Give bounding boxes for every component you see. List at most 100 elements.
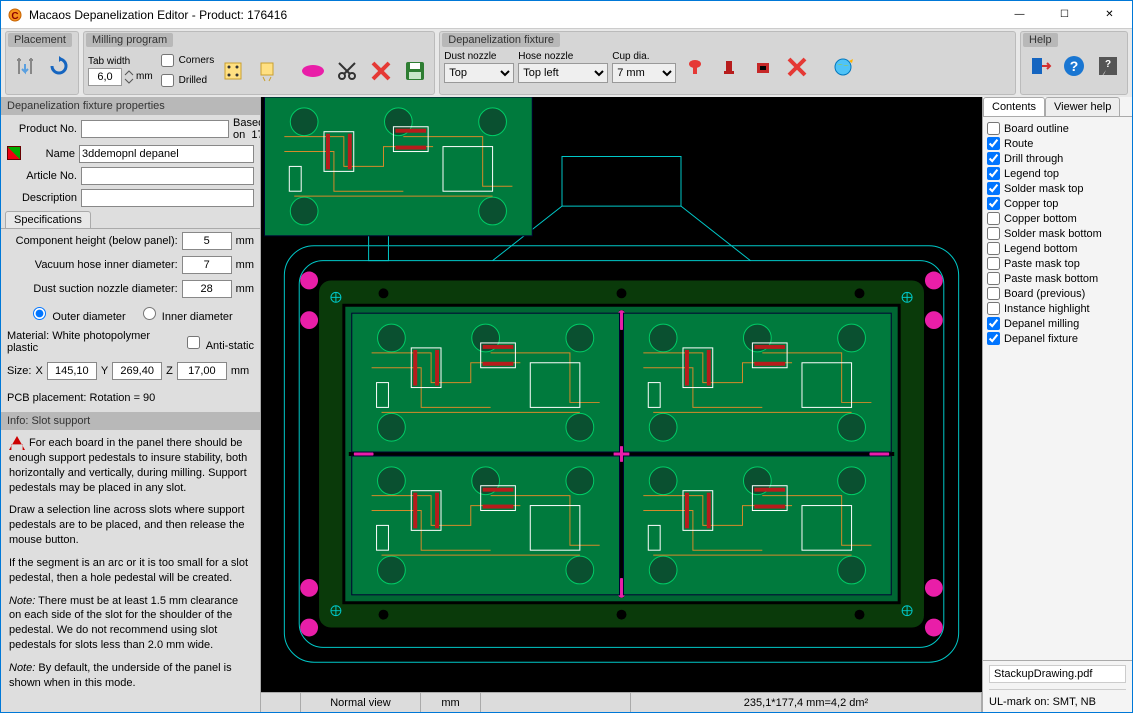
save-milling-button[interactable] [400,56,430,86]
layer-label: Solder mask top [1004,183,1083,195]
layer-checkbox[interactable] [987,242,1000,255]
exit-button[interactable] [1025,51,1055,81]
tabwidth-input[interactable] [88,68,122,86]
status-mode: Normal view [301,693,421,712]
context-help-button[interactable]: ? [1093,51,1123,81]
layer-label: Depanel fixture [1004,333,1078,345]
layer-label: Solder mask bottom [1004,228,1102,240]
layer-label: Legend top [1004,168,1059,180]
milling-tool-2-button[interactable] [252,56,282,86]
layer-checkbox[interactable] [987,317,1000,330]
dustnozzle-select[interactable]: Top [444,63,514,83]
outer-diameter-radio[interactable]: Outer diameter [28,304,125,323]
layer-checkbox[interactable] [987,212,1000,225]
layer-row[interactable]: Copper bottom [987,211,1128,226]
toolbar-group-title: Depanelization fixture [442,33,560,47]
layer-checkbox[interactable] [987,167,1000,180]
cup-red-button[interactable] [680,52,710,82]
toolbar-group-help: Help ? ? [1020,31,1128,95]
pcb-canvas[interactable] [261,97,982,692]
layer-row[interactable]: Legend top [987,166,1128,181]
size-z-input[interactable] [177,362,227,380]
toolbar-group-milling: Milling program Tab width mm Corners Dri… [83,31,435,95]
layer-row[interactable]: Solder mask top [987,181,1128,196]
corners-checkbox[interactable]: Corners [157,51,215,70]
svg-text:C: C [11,11,18,22]
layer-checkbox[interactable] [987,227,1000,240]
layer-checkbox[interactable] [987,197,1000,210]
cup-darkred-button[interactable] [714,52,744,82]
layer-row[interactable]: Board outline [987,121,1128,136]
tab-viewer-help[interactable]: Viewer help [1045,97,1120,116]
toolbar-group-title: Help [1023,33,1058,47]
description-label: Description [7,192,77,204]
vacuum-input[interactable] [182,256,232,274]
app-icon: C [7,7,23,23]
layer-checkbox[interactable] [987,152,1000,165]
delete-fixture-button[interactable] [782,52,812,82]
ulmark-info: UL-mark on: SMT, NB [989,696,1126,708]
layer-checkbox[interactable] [987,287,1000,300]
place-panel-button[interactable] [10,51,40,81]
size-x-input[interactable] [47,362,97,380]
layer-checkbox[interactable] [987,332,1000,345]
layer-checkbox[interactable] [987,257,1000,270]
globe-button[interactable] [828,52,858,82]
layer-row[interactable]: Solder mask bottom [987,226,1128,241]
properties-header: Depanelization fixture properties [1,97,260,115]
layer-row[interactable]: Legend bottom [987,241,1128,256]
layer-row[interactable]: Route [987,136,1128,151]
rotate-button[interactable] [44,51,74,81]
layer-row[interactable]: Paste mask bottom [987,271,1128,286]
tab-contents[interactable]: Contents [983,97,1045,116]
stackup-link[interactable]: StackupDrawing.pdf [989,665,1126,683]
hosenozzle-select[interactable]: Top left [518,63,608,83]
productno-input[interactable] [81,120,229,138]
spin-up-icon[interactable] [124,69,134,77]
productno-label: Product No. [7,123,77,135]
toolbar: Placement Milling program Tab width [1,29,1132,97]
tab-specifications[interactable]: Specifications [5,211,91,228]
description-input[interactable] [81,189,254,207]
milling-tool-1-button[interactable] [218,56,248,86]
close-button[interactable]: ✕ [1087,1,1132,29]
slot-pedestal-button[interactable] [298,56,328,86]
layer-row[interactable]: Depanel milling [987,316,1128,331]
layer-checkbox[interactable] [987,182,1000,195]
antistatic-checkbox[interactable]: Anti-static [183,333,254,352]
scissors-button[interactable] [332,56,362,86]
compheight-input[interactable] [182,232,232,250]
color-swatch[interactable] [7,146,21,160]
cupdia-select[interactable]: 7 mm [612,63,676,83]
cup-frame-button[interactable] [748,52,778,82]
articleno-input[interactable] [81,167,254,185]
name-input[interactable] [79,145,254,163]
drilled-checkbox[interactable]: Drilled [157,71,207,90]
size-y-input[interactable] [112,362,162,380]
layer-checkbox[interactable] [987,122,1000,135]
minimize-button[interactable]: — [997,1,1042,29]
layer-row[interactable]: Drill through [987,151,1128,166]
layer-label: Paste mask bottom [1004,273,1098,285]
delete-milling-button[interactable] [366,56,396,86]
layer-checkbox[interactable] [987,137,1000,150]
spin-down-icon[interactable] [124,77,134,85]
layer-row[interactable]: Paste mask top [987,256,1128,271]
layer-row[interactable]: Copper top [987,196,1128,211]
vacuum-label: Vacuum hose inner diameter: [7,259,178,271]
layer-row[interactable]: Instance highlight [987,301,1128,316]
size-label: Size: [7,365,31,377]
svg-text:?: ? [1105,59,1111,70]
dust-input[interactable] [182,280,232,298]
layer-list: Board outlineRouteDrill through Legend to… [983,117,1132,660]
layer-checkbox[interactable] [987,302,1000,315]
layer-label: Paste mask top [1004,258,1080,270]
layer-row[interactable]: Board (previous) [987,286,1128,301]
help-button[interactable]: ? [1059,51,1089,81]
layer-checkbox[interactable] [987,272,1000,285]
maximize-button[interactable]: ☐ [1042,1,1087,29]
layer-row[interactable]: Depanel fixture [987,331,1128,346]
toolbar-group-fixture: Depanelization fixture Dust nozzle Top H… [439,31,1016,95]
inner-diameter-radio[interactable]: Inner diameter [138,304,233,323]
pcb-viewport[interactable]: Normal view mm 235,1*177,4 mm=4,2 dm² [261,97,982,712]
